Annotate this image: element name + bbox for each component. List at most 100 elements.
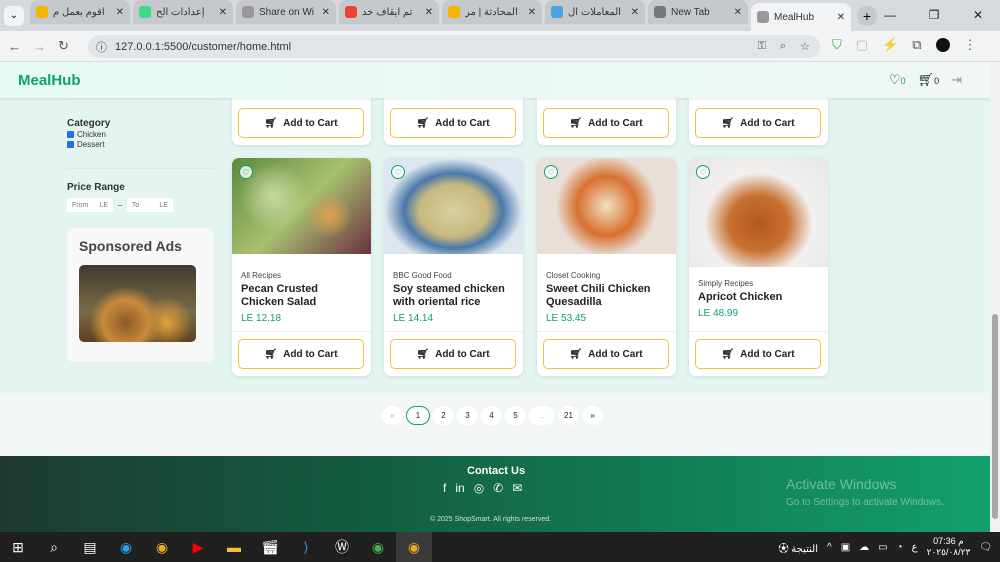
extension-icon[interactable]: ⚡ bbox=[882, 37, 898, 53]
product-card[interactable]: ♡ Closet Cooking Sweet Chili Chicken Que… bbox=[537, 158, 676, 376]
task-view-icon[interactable]: ▤ bbox=[72, 532, 108, 562]
product-image[interactable]: ♡ bbox=[689, 158, 828, 267]
edge-icon[interactable]: ◉ bbox=[108, 532, 144, 562]
wishlist-heart-icon[interactable]: ♡ bbox=[696, 165, 710, 179]
site-info-icon[interactable]: ⓘ bbox=[96, 39, 107, 55]
wishlist-button[interactable]: ♡0 bbox=[889, 72, 906, 88]
file-explorer-icon[interactable]: ▬ bbox=[216, 532, 252, 562]
weather-widget[interactable]: ⚽︎ النتيجة bbox=[779, 540, 818, 555]
page-button[interactable]: 2 bbox=[433, 406, 454, 425]
extensions-puzzle-icon[interactable]: ⧉ bbox=[912, 37, 921, 53]
page-button[interactable]: 21 bbox=[558, 406, 579, 425]
wishlist-heart-icon[interactable]: ♡ bbox=[544, 165, 558, 179]
onedrive-icon[interactable]: ☁ bbox=[859, 542, 869, 553]
close-tab-icon[interactable]: ✕ bbox=[528, 7, 536, 18]
add-to-cart-button[interactable]: 🛒︎ Add to Cart bbox=[695, 339, 821, 369]
product-name[interactable]: Sweet Chili Chicken Quesadilla bbox=[546, 283, 667, 309]
wishlist-heart-icon[interactable]: ♡ bbox=[239, 165, 253, 179]
close-tab-icon[interactable]: ✕ bbox=[219, 7, 227, 18]
close-tab-icon[interactable]: ✕ bbox=[631, 7, 639, 18]
bookmark-star-icon[interactable]: ☆ bbox=[800, 40, 810, 53]
meet-icon[interactable]: ▣ bbox=[841, 542, 850, 553]
facebook-icon[interactable]: f bbox=[443, 481, 446, 495]
price-from-input[interactable]: From LE bbox=[67, 198, 113, 212]
product-image[interactable]: ♡ bbox=[232, 158, 371, 254]
wifi-icon[interactable]: ◔ bbox=[897, 542, 903, 553]
cart-button[interactable]: 🛒︎0 bbox=[918, 72, 940, 88]
add-to-cart-button[interactable]: 🛒︎ Add to Cart bbox=[543, 339, 669, 369]
category-checkbox-chicken[interactable]: Chicken bbox=[67, 130, 110, 139]
browser-tab[interactable]: المعاملات ال ✕ bbox=[545, 0, 645, 24]
back-icon[interactable]: ← bbox=[8, 39, 21, 54]
category-checkbox-dessert[interactable]: Dessert bbox=[67, 140, 110, 149]
language-indicator[interactable]: ع bbox=[912, 542, 918, 553]
logo[interactable]: MealHub bbox=[18, 72, 81, 89]
close-window-button[interactable]: ✕ bbox=[956, 0, 1000, 30]
wordpress-icon[interactable]: Ⓦ bbox=[324, 532, 360, 562]
browser-tab[interactable]: تم ايقاف خد ✕ bbox=[339, 0, 439, 24]
price-to-input[interactable]: To LE bbox=[126, 198, 173, 212]
menu-kebab-icon[interactable]: ⋮ bbox=[964, 37, 977, 53]
page-button[interactable]: 4 bbox=[481, 406, 502, 425]
product-name[interactable]: Apricot Chicken bbox=[698, 291, 819, 304]
reload-icon[interactable]: ↻ bbox=[58, 38, 69, 54]
add-to-cart-button[interactable]: 🛒︎ Add to Cart bbox=[390, 108, 516, 138]
product-card[interactable]: ♡ Simply Recipes Apricot Chicken LE 48.9… bbox=[689, 158, 828, 376]
page-button[interactable]: 3 bbox=[457, 406, 478, 425]
product-name[interactable]: Pecan Crusted Chicken Salad bbox=[241, 283, 362, 309]
browser-tab[interactable]: إعدادات الح ✕ bbox=[133, 0, 233, 24]
vscode-icon[interactable]: ⟩ bbox=[288, 532, 324, 562]
browser-tab[interactable]: المحادثة | مر ✕ bbox=[442, 0, 542, 24]
product-card[interactable]: ♡ All Recipes Pecan Crusted Chicken Sala… bbox=[232, 158, 371, 376]
page-button[interactable]: 1 bbox=[406, 406, 430, 425]
browser-tab[interactable]: MealHub ✕ bbox=[751, 3, 851, 31]
close-tab-icon[interactable]: ✕ bbox=[734, 7, 742, 18]
clapper-icon[interactable]: 🎬︎ bbox=[252, 532, 288, 562]
product-image[interactable]: ♡ bbox=[384, 158, 523, 254]
extension-icon[interactable]: ▢ bbox=[856, 37, 868, 53]
start-icon[interactable]: ⊞ bbox=[0, 532, 36, 562]
chrome-icon[interactable]: ◉ bbox=[396, 532, 432, 562]
shield-extension-icon[interactable]: ⛉ bbox=[832, 37, 842, 53]
add-to-cart-button[interactable]: 🛒︎ Add to Cart bbox=[695, 108, 821, 138]
add-to-cart-button[interactable]: 🛒︎ Add to Cart bbox=[238, 339, 364, 369]
page-button[interactable]: .. bbox=[529, 406, 555, 425]
close-tab-icon[interactable]: ✕ bbox=[322, 7, 330, 18]
ad-burger-image[interactable] bbox=[79, 265, 196, 342]
password-key-icon[interactable]: ⚿ bbox=[758, 40, 766, 53]
tab-search-button[interactable]: ⌄ bbox=[4, 5, 24, 26]
chrome-icon[interactable]: ◉ bbox=[360, 532, 396, 562]
scrollbar[interactable] bbox=[990, 62, 1000, 532]
youtube-icon[interactable]: ▶ bbox=[180, 532, 216, 562]
tray-chevron-icon[interactable]: ^ bbox=[827, 542, 832, 553]
forward-icon[interactable]: → bbox=[33, 39, 46, 54]
browser-tab[interactable]: Share on Wi ✕ bbox=[236, 0, 336, 24]
close-tab-icon[interactable]: ✕ bbox=[116, 7, 124, 18]
notifications-icon[interactable]: 🗨︎ bbox=[979, 542, 992, 553]
page-button[interactable]: 5 bbox=[505, 406, 526, 425]
maximize-button[interactable]: ❐ bbox=[912, 0, 956, 30]
browser-tab[interactable]: New Tab ✕ bbox=[648, 0, 748, 24]
close-tab-icon[interactable]: ✕ bbox=[837, 12, 845, 23]
add-to-cart-button[interactable]: 🛒︎ Add to Cart bbox=[543, 108, 669, 138]
whatsapp-icon[interactable]: ✆ bbox=[493, 481, 503, 495]
product-card[interactable]: ♡ BBC Good Food Soy steamed chicken with… bbox=[384, 158, 523, 376]
add-to-cart-button[interactable]: 🛒︎ Add to Cart bbox=[390, 339, 516, 369]
next-page-button[interactable]: » bbox=[582, 406, 603, 425]
instagram-icon[interactable]: ◎ bbox=[474, 481, 484, 495]
email-icon[interactable]: ✉ bbox=[512, 481, 522, 495]
prev-page-button[interactable]: « bbox=[382, 406, 403, 425]
product-image[interactable]: ♡ bbox=[537, 158, 676, 254]
linkedin-icon[interactable]: in bbox=[455, 481, 464, 495]
browser-tab[interactable]: اقوم بعمل م ✕ bbox=[30, 0, 130, 24]
profile-avatar[interactable] bbox=[935, 38, 950, 52]
network-icon[interactable]: ▭ bbox=[878, 542, 887, 553]
url-input[interactable]: ⓘ 127.0.0.1:5500/customer/home.html ⚿ ⌕ ☆ bbox=[88, 35, 820, 58]
close-tab-icon[interactable]: ✕ bbox=[425, 7, 433, 18]
zoom-icon[interactable]: ⌕ bbox=[780, 40, 786, 53]
chrome-icon[interactable]: ◉ bbox=[144, 532, 180, 562]
product-name[interactable]: Soy steamed chicken with oriental rice bbox=[393, 283, 514, 309]
add-to-cart-button[interactable]: 🛒︎ Add to Cart bbox=[238, 108, 364, 138]
search-icon[interactable]: ⌕ bbox=[36, 532, 72, 562]
minimize-button[interactable]: — bbox=[868, 0, 912, 30]
